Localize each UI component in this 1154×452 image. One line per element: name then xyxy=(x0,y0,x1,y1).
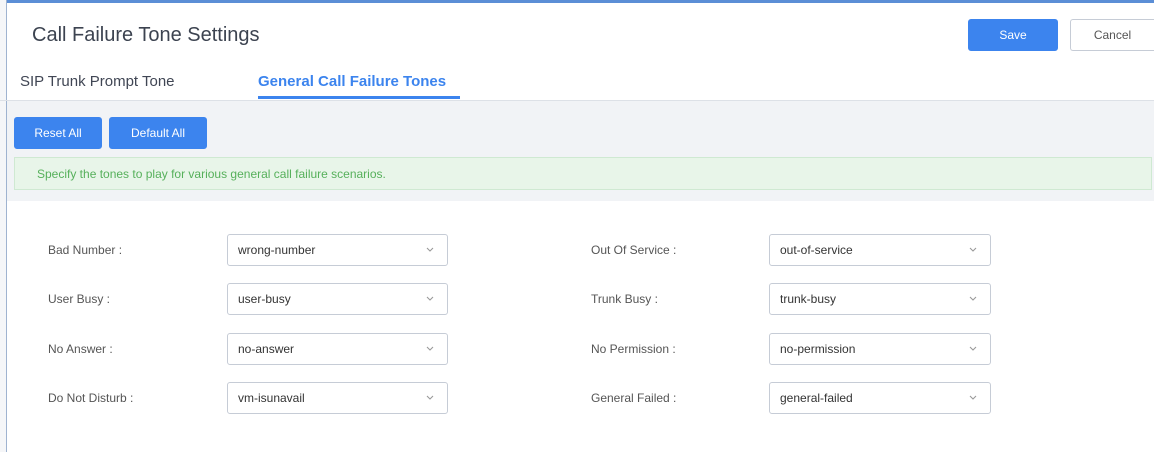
info-notice: Specify the tones to play for various ge… xyxy=(14,157,1152,190)
general-failed-label: General Failed : xyxy=(591,391,677,405)
save-button[interactable]: Save xyxy=(968,19,1058,51)
no-answer-select[interactable]: no-answer xyxy=(227,333,448,365)
do-not-disturb-label: Do Not Disturb : xyxy=(48,391,134,405)
trunk-busy-value: trunk-busy xyxy=(780,292,837,306)
tab-bar: SIP Trunk Prompt Tone General Call Failu… xyxy=(0,60,1154,101)
chevron-down-icon xyxy=(969,296,977,301)
tab-sip-trunk-prompt-tone[interactable]: SIP Trunk Prompt Tone xyxy=(20,73,175,90)
no-answer-label: No Answer : xyxy=(48,342,113,356)
bad-number-label: Bad Number : xyxy=(48,243,123,257)
user-busy-label: User Busy : xyxy=(48,292,111,306)
cancel-button[interactable]: Cancel xyxy=(1070,19,1154,51)
user-busy-value: user-busy xyxy=(238,292,291,306)
no-permission-value: no-permission xyxy=(780,342,856,356)
active-tab-indicator xyxy=(258,96,460,99)
general-failed-value: general-failed xyxy=(780,391,853,405)
default-all-button[interactable]: Default All xyxy=(109,117,207,149)
no-permission-select[interactable]: no-permission xyxy=(769,333,991,365)
general-failed-select[interactable]: general-failed xyxy=(769,382,991,414)
chevron-down-icon xyxy=(969,346,977,351)
tab-general-call-failure-tones[interactable]: General Call Failure Tones xyxy=(258,73,446,90)
out-of-service-value: out-of-service xyxy=(780,243,853,257)
trunk-busy-label: Trunk Busy : xyxy=(591,292,658,306)
chevron-down-icon xyxy=(969,395,977,400)
out-of-service-label: Out Of Service : xyxy=(591,243,677,257)
out-of-service-select[interactable]: out-of-service xyxy=(769,234,991,266)
chevron-down-icon xyxy=(969,247,977,252)
chevron-down-icon xyxy=(426,247,434,252)
chevron-down-icon xyxy=(426,395,434,400)
no-permission-label: No Permission : xyxy=(591,342,676,356)
do-not-disturb-select[interactable]: vm-isunavail xyxy=(227,382,448,414)
chevron-down-icon xyxy=(426,296,434,301)
page-title: Call Failure Tone Settings xyxy=(32,24,260,46)
reset-all-button[interactable]: Reset All xyxy=(14,117,102,149)
user-busy-select[interactable]: user-busy xyxy=(227,283,448,315)
chevron-down-icon xyxy=(426,346,434,351)
do-not-disturb-value: vm-isunavail xyxy=(238,391,305,405)
no-answer-value: no-answer xyxy=(238,342,295,356)
trunk-busy-select[interactable]: trunk-busy xyxy=(769,283,991,315)
window-top-border xyxy=(0,0,1154,3)
bad-number-value: wrong-number xyxy=(238,243,316,257)
bad-number-select[interactable]: wrong-number xyxy=(227,234,448,266)
